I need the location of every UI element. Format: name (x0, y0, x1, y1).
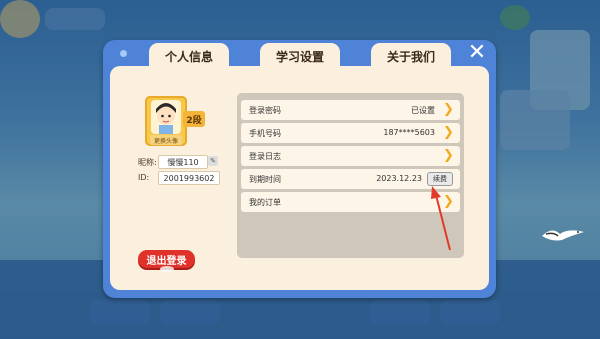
annotation-arrow (431, 186, 451, 251)
seagull-icon (542, 230, 584, 241)
